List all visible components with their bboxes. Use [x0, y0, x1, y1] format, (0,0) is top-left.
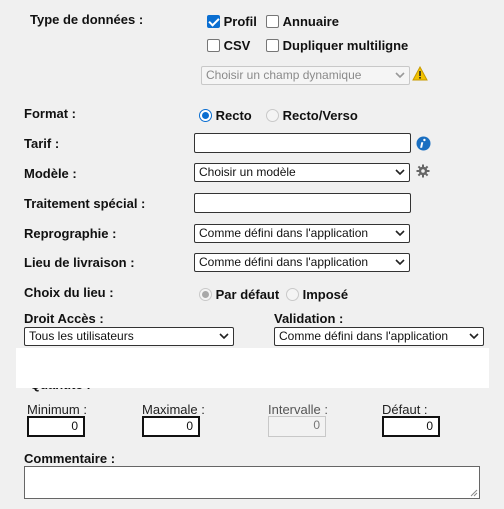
droit-acces-label: Droit Accès :: [24, 311, 104, 326]
recto-verso-radio-group[interactable]: Recto/Verso: [266, 107, 358, 123]
csv-label: CSV: [223, 38, 251, 54]
minimum-label: Minimum :: [27, 402, 87, 417]
validation-select[interactable]: Comme défini dans l'application: [274, 327, 484, 346]
chevron-down-icon: [395, 169, 405, 176]
dupliquer-checkbox-group[interactable]: Dupliquer multiligne: [266, 37, 408, 53]
resize-handle-icon[interactable]: [469, 488, 478, 497]
modele-label: Modèle :: [24, 166, 77, 181]
annuaire-checkbox-group[interactable]: Annuaire: [266, 13, 339, 29]
par-defaut-radio[interactable]: [199, 288, 212, 302]
maximale-input[interactable]: 0: [142, 416, 200, 437]
warning-icon: [412, 66, 428, 81]
traitement-label: Traitement spécial :: [24, 196, 146, 211]
chevron-down-icon: [219, 333, 229, 340]
champ-dynamique-value: Choisir un champ dynamique: [206, 68, 362, 82]
white-overlay: [16, 348, 489, 388]
lieu-livraison-value: Comme défini dans l'application: [199, 255, 369, 269]
lieu-livraison-select[interactable]: Comme défini dans l'application: [194, 253, 410, 272]
recto-radio-group[interactable]: Recto: [199, 107, 252, 123]
impose-radio[interactable]: [286, 288, 299, 302]
modele-value: Choisir un modèle: [199, 165, 296, 179]
maximale-label: Maximale :: [142, 402, 205, 417]
defaut-label: Défaut :: [382, 402, 428, 417]
annuaire-checkbox[interactable]: [266, 15, 279, 29]
modele-select[interactable]: Choisir un modèle: [194, 163, 410, 182]
csv-checkbox[interactable]: [207, 39, 220, 53]
chevron-down-icon: [395, 230, 405, 237]
par-defaut-radio-group[interactable]: Par défaut: [199, 286, 279, 302]
par-defaut-label: Par défaut: [215, 287, 280, 303]
reprographie-label: Reprographie :: [24, 226, 117, 241]
champ-dynamique-select[interactable]: Choisir un champ dynamique: [201, 66, 410, 85]
droit-acces-select[interactable]: Tous les utilisateurs: [24, 327, 234, 346]
chevron-down-icon: [395, 72, 405, 79]
intervalle-input[interactable]: 0: [268, 416, 326, 437]
commentaire-label: Commentaire :: [24, 451, 116, 466]
format-label: Format :: [24, 106, 76, 121]
recto-radio[interactable]: [199, 109, 212, 123]
validation-value: Comme défini dans l'application: [279, 329, 449, 343]
tarif-input[interactable]: [194, 133, 411, 153]
reprographie-value: Comme défini dans l'application: [199, 226, 369, 240]
chevron-down-icon: [469, 333, 479, 340]
profil-checkbox[interactable]: [207, 15, 220, 29]
validation-label: Validation :: [274, 311, 344, 326]
info-icon[interactable]: [416, 136, 431, 151]
annuaire-label: Annuaire: [282, 14, 339, 30]
type-donnees-label: Type de données :: [30, 12, 144, 27]
profil-checkbox-group[interactable]: Profil: [207, 13, 257, 29]
commentaire-textarea[interactable]: [24, 466, 480, 499]
dupliquer-label: Dupliquer multiligne: [282, 38, 409, 54]
recto-label: Recto: [215, 108, 252, 124]
droit-acces-value: Tous les utilisateurs: [29, 329, 134, 343]
dupliquer-checkbox[interactable]: [266, 39, 279, 53]
impose-label: Imposé: [302, 287, 349, 303]
profil-label: Profil: [223, 14, 257, 30]
choix-lieu-label: Choix du lieu :: [24, 285, 114, 300]
minimum-input[interactable]: 0: [27, 416, 85, 437]
recto-verso-label: Recto/Verso: [282, 108, 358, 124]
intervalle-label: Intervalle :: [268, 402, 328, 417]
defaut-input[interactable]: 0: [382, 416, 440, 437]
lieu-livraison-label: Lieu de livraison :: [24, 255, 135, 270]
csv-checkbox-group[interactable]: CSV: [207, 37, 250, 53]
recto-verso-radio[interactable]: [266, 109, 279, 123]
traitement-input[interactable]: [194, 193, 411, 213]
reprographie-select[interactable]: Comme défini dans l'application: [194, 224, 410, 243]
gear-icon[interactable]: [416, 164, 430, 178]
tarif-label: Tarif :: [24, 136, 60, 151]
chevron-down-icon: [395, 259, 405, 266]
impose-radio-group[interactable]: Imposé: [286, 286, 348, 302]
